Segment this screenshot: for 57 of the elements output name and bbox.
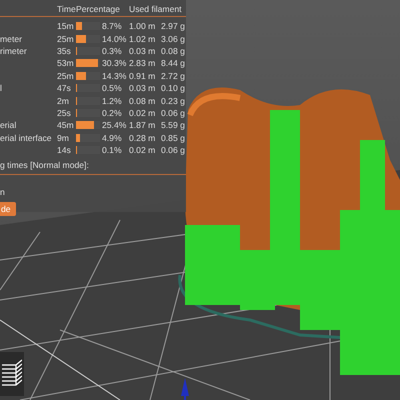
column-header: Used filament — [129, 4, 183, 14]
time-value: 25m — [57, 34, 75, 44]
percentage-value: 8.7% — [102, 21, 123, 32]
length-value: 0.08 m — [129, 96, 156, 106]
layers-button[interactable] — [0, 352, 24, 396]
time-value: 9m — [57, 132, 70, 143]
percentage-value: 0.5% — [102, 83, 123, 94]
time-value: 15m — [57, 21, 75, 32]
percentage-value: 30.3% — [102, 58, 128, 68]
column-header: Time — [57, 4, 76, 14]
mode-label: n — [0, 187, 6, 200]
feature-label: l — [0, 83, 3, 94]
length-value: 0.02 m — [129, 108, 156, 118]
time-value: 14s — [57, 145, 72, 156]
length-value: 0.02 m — [129, 145, 156, 156]
length-value: 0.28 m — [129, 132, 156, 143]
feature-label: erial — [0, 120, 18, 130]
percentage-value: 25.4% — [102, 120, 128, 130]
weight-value: 2.72 g — [161, 70, 186, 81]
time-value: 2m — [57, 96, 70, 106]
time-value: 25s — [57, 108, 72, 118]
mode-button[interactable]: de — [0, 202, 16, 216]
weight-value: 2.97 g — [161, 21, 186, 32]
weight-value: 0.08 g — [161, 46, 186, 56]
axis-arrow-icon — [181, 378, 189, 400]
length-value: 1.02 m — [129, 34, 156, 44]
feature-label: erial interface — [0, 132, 53, 143]
weight-value: 0.06 g — [161, 145, 186, 156]
time-value: 53m — [57, 58, 75, 68]
time-value: 35s — [57, 46, 72, 56]
percentage-value: 0.3% — [102, 46, 123, 56]
percentage-value: 0.2% — [102, 108, 123, 118]
percentage-value: 0.1% — [102, 145, 123, 156]
column-header: Percentage — [76, 4, 121, 14]
time-value: 45m — [57, 120, 75, 130]
length-value: 2.83 m — [129, 58, 156, 68]
feature-label: rimeter — [0, 46, 28, 56]
weight-value: 5.59 g — [161, 120, 186, 130]
percentage-value: 4.9% — [102, 132, 123, 143]
percentage-value: 1.2% — [102, 96, 123, 106]
length-value: 1.00 m — [129, 21, 156, 32]
time-value: 25m — [57, 70, 75, 81]
time-value: 47s — [57, 83, 72, 94]
weight-value: 0.06 g — [161, 108, 186, 118]
length-value: 0.03 m — [129, 46, 156, 56]
weight-value: 8.44 g — [161, 58, 186, 68]
length-value: 0.91 m — [129, 70, 156, 81]
weight-value: 0.10 g — [161, 83, 186, 94]
weight-value: 0.85 g — [161, 132, 186, 143]
weight-value: 0.23 g — [161, 96, 186, 106]
percentage-value: 14.3% — [102, 70, 128, 81]
length-value: 0.03 m — [129, 83, 156, 94]
section-title: g times [Normal mode]: — [0, 160, 90, 172]
weight-value: 3.06 g — [161, 34, 186, 44]
percentage-value: 14.0% — [102, 34, 128, 44]
feature-label: meter — [0, 34, 23, 44]
length-value: 1.87 m — [129, 120, 156, 130]
